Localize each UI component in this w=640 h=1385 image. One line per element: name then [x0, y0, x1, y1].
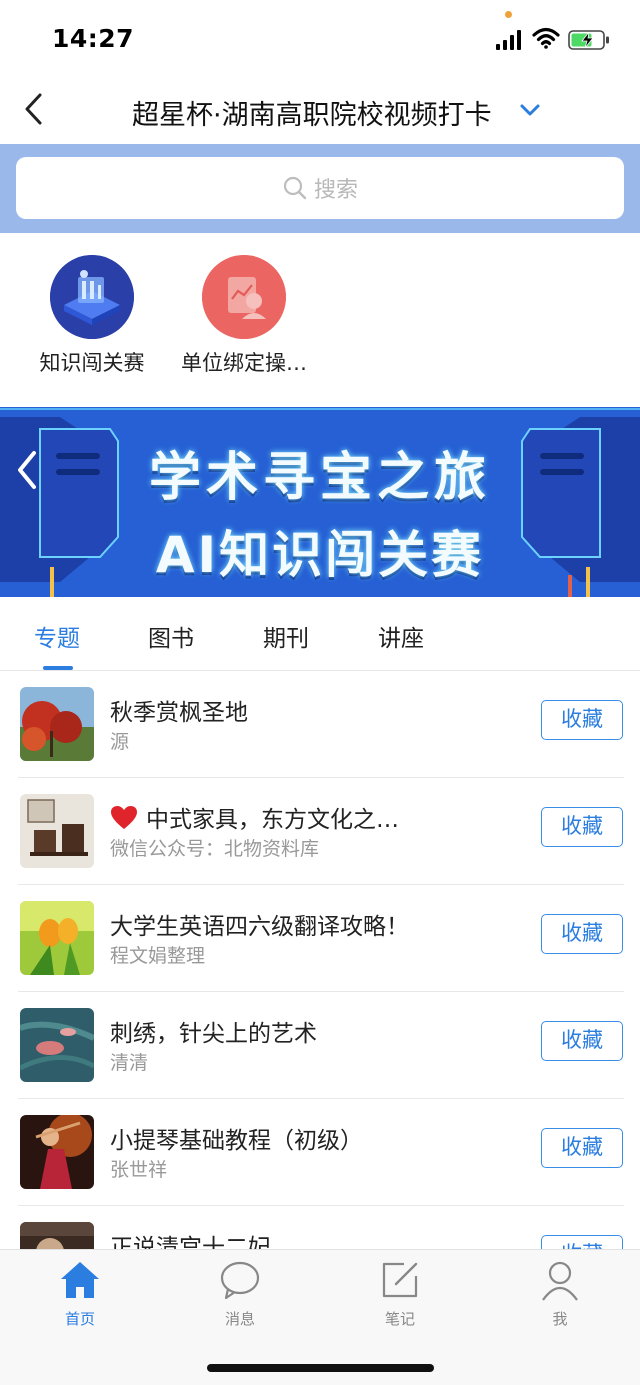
quick-apps: 知识闯关赛 单位绑定操… [0, 233, 640, 407]
thumbnail [20, 1115, 94, 1189]
search-input[interactable]: 搜索 [16, 157, 624, 219]
thumbnail [20, 1008, 94, 1082]
item-author: 张世祥 [110, 1159, 168, 1181]
list-item[interactable]: 正说清宫十二妃 收藏 [18, 1206, 624, 1249]
item-title-text: 中式家具，东方文化之… [146, 807, 399, 833]
item-title: 秋季赏枫圣地 [110, 700, 248, 726]
item-title: 刺绣，针尖上的艺术 [110, 1021, 317, 1047]
tab-books[interactable]: 图书 [148, 619, 194, 653]
nav-messages[interactable]: 消息 [200, 1258, 280, 1329]
tab-journals[interactable]: 期刊 [263, 619, 309, 653]
app-label: 知识闯关赛 [39, 351, 145, 375]
nav-bar: 超星杯·湖南高职院校视频打卡 [0, 80, 640, 144]
list-item[interactable]: 刺绣，针尖上的艺术 清清 收藏 [18, 992, 624, 1099]
category-tabs: 专题 图书 期刊 讲座 [0, 597, 640, 671]
nav-profile[interactable]: 我 [520, 1258, 600, 1329]
nav-notes[interactable]: 笔记 [360, 1258, 440, 1329]
nav-home[interactable]: 首页 [40, 1258, 120, 1329]
list-item[interactable]: 秋季赏枫圣地 源 收藏 [18, 671, 624, 778]
favorite-button[interactable]: 收藏 [541, 807, 623, 847]
list-item[interactable]: 中式家具，东方文化之… 微信公众号：北物资料库 收藏 [18, 778, 624, 885]
topic-list: 秋季赏枫圣地 源 收藏 中式家具，东方文化之… 微信公众号：北物资料库 收藏 大… [0, 671, 640, 1249]
item-author: 源 [110, 731, 130, 753]
item-author: 程文娟整理 [110, 945, 206, 967]
nav-label: 我 [552, 1310, 568, 1328]
wifi-icon [532, 27, 560, 49]
banner-headline: 学术寻宝之旅 [148, 448, 491, 508]
nav-label: 首页 [64, 1310, 95, 1328]
nav-label: 笔记 [384, 1310, 415, 1328]
app-unit-binding[interactable]: 单位绑定操… [164, 255, 324, 377]
item-title: 小提琴基础教程（初级） [110, 1128, 363, 1154]
app-knowledge-contest[interactable]: 知识闯关赛 [12, 255, 172, 377]
app-label: 单位绑定操… [181, 351, 307, 375]
promo-banner[interactable]: 学术寻宝之旅 AI知识闯关赛 [0, 407, 640, 597]
thumbnail [20, 794, 94, 868]
profile-icon [542, 1261, 578, 1301]
home-indicator[interactable] [207, 1364, 434, 1372]
tab-active-indicator [43, 666, 73, 670]
item-author: 微信公众号：北物资料库 [110, 838, 320, 860]
favorite-button[interactable]: 收藏 [541, 914, 623, 954]
page-title: 超星杯·湖南高职院校视频打卡 [132, 99, 492, 131]
banner-subheadline: AI知识闯关赛 [155, 526, 485, 584]
chevron-left-icon[interactable] [14, 447, 40, 493]
message-icon [220, 1261, 260, 1300]
tab-topics[interactable]: 专题 [34, 619, 80, 653]
battery-charging-icon [568, 30, 609, 50]
nav-label: 消息 [224, 1310, 255, 1328]
search-icon [283, 176, 307, 200]
favorite-button[interactable]: 收藏 [541, 700, 623, 740]
tab-lectures[interactable]: 讲座 [378, 619, 424, 653]
status-time: 14:27 [52, 24, 135, 53]
note-icon [382, 1262, 418, 1298]
favorite-button[interactable]: 收藏 [541, 1235, 623, 1249]
favorite-button[interactable]: 收藏 [541, 1128, 623, 1168]
list-item[interactable]: 大学生英语四六级翻译攻略！ 程文娟整理 收藏 [18, 885, 624, 992]
unit-binding-icon [202, 255, 286, 339]
item-author: 清清 [110, 1052, 149, 1074]
search-placeholder: 搜索 [313, 178, 358, 203]
favorite-button[interactable]: 收藏 [541, 1021, 623, 1061]
heart-icon [111, 806, 137, 829]
search-area: 搜索 [0, 144, 640, 233]
list-item[interactable]: 小提琴基础教程（初级） 张世祥 收藏 [18, 1099, 624, 1206]
thumbnail [20, 1222, 94, 1249]
item-title: 正说清宫十二妃 [110, 1235, 271, 1249]
item-title: 中式家具，东方文化之… [110, 800, 399, 834]
thumbnail [20, 687, 94, 761]
chevron-down-icon[interactable] [518, 100, 542, 120]
nav-title-group[interactable]: 超星杯·湖南高职院校视频打卡 [124, 92, 544, 132]
knowledge-contest-icon [50, 255, 134, 339]
signal-icon [496, 30, 521, 50]
item-title: 大学生英语四六级翻译攻略！ [110, 914, 409, 940]
thumbnail [20, 901, 94, 975]
home-icon [61, 1262, 99, 1298]
back-arrow-icon[interactable] [20, 92, 48, 126]
recording-dot [505, 11, 512, 18]
status-bar: 14:27 [0, 0, 640, 80]
